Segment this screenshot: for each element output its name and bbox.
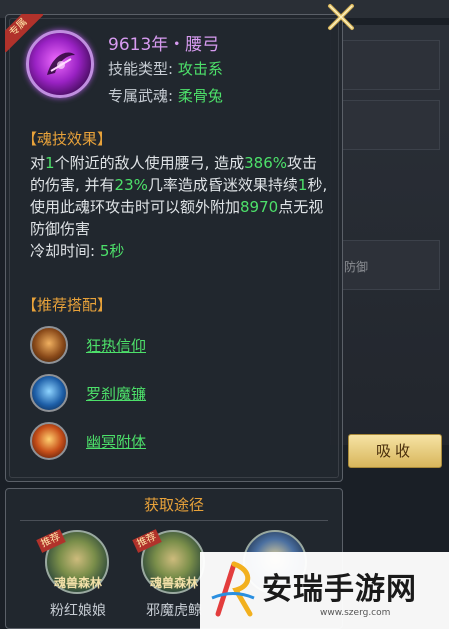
skill-type: 技能类型: 攻击系 [108,60,223,78]
skill-title: 9613年・腰弓 [108,35,220,55]
purple-skill-icon [26,30,94,98]
cooldown-label: 冷却时间: [30,242,100,260]
recommend-item[interactable]: 狂热信仰 [30,326,230,364]
recommend-link[interactable]: 狂热信仰 [86,335,146,356]
recommend-item[interactable]: 罗刹魔镰 [30,374,230,412]
recommend-link[interactable]: 幽冥附体 [86,431,146,452]
effect-heading: 【魂技效果】 [22,130,113,148]
fervor-icon [30,326,68,364]
source-heading: 获取途径 [143,496,204,514]
recommend-heading: 【推荐搭配】 [22,296,113,314]
watermark: 安瑞手游网 www.szerg.com [200,552,449,629]
background-row [340,40,440,90]
effect-description: 对1个附近的敌人使用腰弓, 造成386%攻击的伤害, 并有23%几率造成昏迷效果… [30,154,328,260]
netherworld-icon [30,422,68,460]
skill-spirit: 专属武魂: 柔骨兔 [108,87,223,105]
background-row [340,100,440,150]
recommend-link[interactable]: 罗刹魔镰 [86,383,146,404]
absorb-button[interactable]: 吸收 [348,434,442,468]
background-text: 防御 [344,260,369,274]
source-name: 粉红娘娘 [50,603,106,619]
site-logo-icon [211,561,255,617]
source-place: 魂兽森林 [53,576,102,590]
recommend-item[interactable]: 幽冥附体 [30,422,230,460]
source-item[interactable]: 推荐 魂兽森林 粉红娘娘 [36,529,118,625]
divider [20,520,328,521]
close-icon[interactable] [326,2,356,32]
cooldown-value: 5秒 [99,242,125,260]
watermark-text: 安瑞手游网 [262,572,417,607]
watermark-url: www.szerg.com [320,608,391,618]
rakshasa-scythe-icon [30,374,68,412]
